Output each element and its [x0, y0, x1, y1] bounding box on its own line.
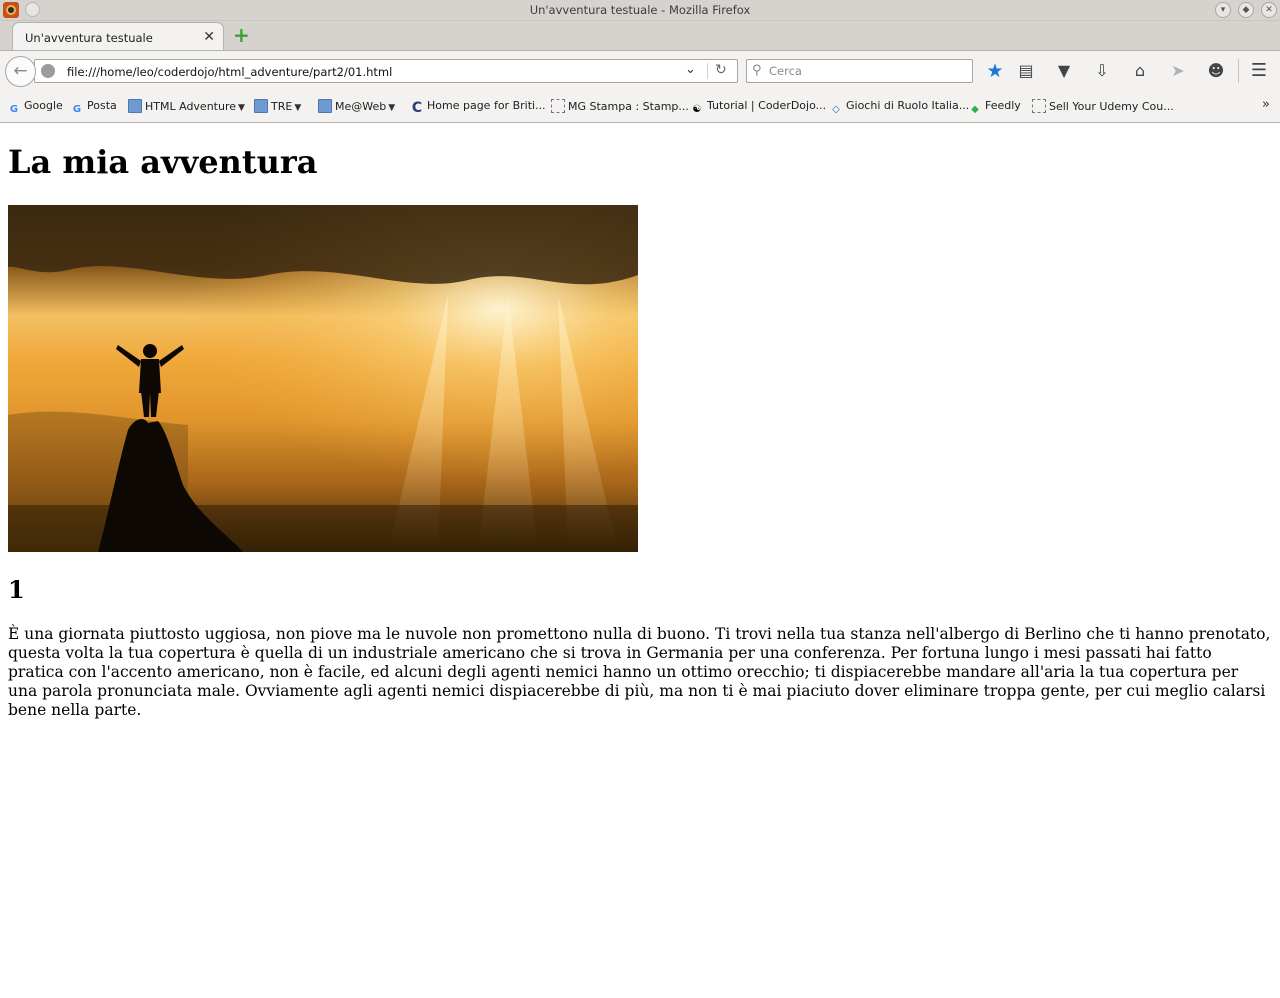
diamond-icon: ◇ — [832, 104, 840, 115]
send-icon[interactable]: ➤ — [1167, 60, 1189, 82]
bookmark-label: MG Stampa : Stamp... — [568, 100, 689, 113]
page-icon — [551, 99, 565, 113]
back-button[interactable]: ← — [5, 56, 36, 87]
bookmark-label: Home page for Briti... — [427, 99, 546, 112]
feedly-icon: ◆ — [971, 104, 979, 115]
yinyang-icon: ☯ — [692, 104, 702, 115]
chevron-down-icon: ▼ — [294, 103, 302, 113]
globe-icon[interactable] — [41, 64, 55, 78]
new-tab-button[interactable]: + — [233, 25, 250, 45]
bookmark-udemy[interactable]: Sell Your Udemy Cou... — [1032, 99, 1174, 115]
url-divider — [707, 63, 708, 79]
bookmark-folder-tre[interactable]: TRE ▼ — [254, 99, 301, 115]
window-title: Un'avventura testuale - Mozilla Firefox — [529, 3, 751, 17]
bookmark-label: TRE — [271, 100, 293, 113]
tab-label: Un'avventura testuale — [25, 31, 153, 45]
bookmark-posta[interactable]: G Posta — [70, 99, 117, 115]
bookmarks-toolbar: G Google G Posta HTML Adventure ▼ TRE ▼ Me@W… — [0, 90, 1280, 123]
folder-icon — [128, 99, 142, 113]
reload-icon[interactable]: ↻ — [715, 62, 727, 78]
bookmark-star-icon[interactable]: ★ — [984, 60, 1006, 82]
bookmark-label: Sell Your Udemy Cou... — [1049, 100, 1174, 113]
bookmark-label: Tutorial | CoderDojo... — [707, 99, 827, 112]
bookmark-label: Google — [24, 99, 63, 112]
bookmark-coderdojo-tutorial[interactable]: ☯ Tutorial | CoderDojo... — [690, 99, 827, 115]
chapter-number: 1 — [8, 575, 25, 604]
bookmark-label: HTML Adventure — [145, 100, 237, 113]
search-input[interactable] — [769, 63, 965, 79]
tab-strip: Un'avventura testuale ✕ + — [0, 21, 1280, 51]
close-window-button[interactable]: ✕ — [1261, 2, 1277, 18]
maximize-button[interactable]: ◆ — [1238, 2, 1254, 18]
url-text[interactable]: file:///home/leo/coderdojo/html_adventur… — [67, 65, 392, 79]
chevron-down-icon[interactable]: ⌄ — [685, 62, 696, 77]
page-content: La mia avventura 1 È una giornata piutto… — [0, 123, 1280, 998]
story-paragraph: È una giornata piuttosto uggiosa, non pi… — [8, 625, 1271, 719]
toolbar-divider — [1238, 59, 1239, 83]
pocket-icon[interactable]: ▼ — [1053, 60, 1075, 82]
google-icon: G — [72, 104, 82, 115]
hero-image — [8, 205, 638, 552]
tab-active[interactable]: Un'avventura testuale ✕ — [12, 22, 224, 51]
window-titlebar: Un'avventura testuale - Mozilla Firefox … — [0, 0, 1280, 21]
url-bar[interactable]: file:///home/leo/coderdojo/html_adventur… — [34, 59, 738, 83]
menu-icon[interactable]: ☰ — [1248, 60, 1270, 82]
c-logo-icon: C — [411, 100, 423, 116]
navigation-toolbar: file:///home/leo/coderdojo/html_adventur… — [0, 50, 1280, 90]
google-icon: G — [9, 104, 19, 115]
search-icon: ⚲ — [752, 63, 762, 78]
reading-list-icon[interactable]: ▤ — [1015, 60, 1037, 82]
bookmark-label: Posta — [87, 99, 117, 112]
chevron-down-icon: ▼ — [238, 103, 245, 113]
folder-icon — [318, 99, 332, 113]
bookmark-feedly[interactable]: ◆ Feedly — [968, 99, 1021, 115]
download-icon[interactable]: ⇩ — [1091, 60, 1113, 82]
folder-icon — [254, 99, 268, 113]
back-icon: ← — [13, 61, 28, 81]
chevron-down-icon: ▼ — [388, 103, 396, 113]
bookmark-british-home[interactable]: C Home page for Briti... — [410, 99, 546, 115]
chat-icon[interactable]: ☻ — [1205, 60, 1227, 82]
bookmark-google[interactable]: G Google — [7, 99, 63, 115]
minimize-button[interactable]: ▾ — [1215, 2, 1231, 18]
bookmark-mg-stampa[interactable]: MG Stampa : Stamp... — [551, 99, 689, 115]
close-tab-icon[interactable]: ✕ — [203, 29, 215, 45]
bookmark-folder-html-adventure[interactable]: HTML Adventure ▼ — [128, 99, 245, 115]
bookmark-label: Giochi di Ruolo Italia... — [846, 99, 970, 112]
bookmarks-overflow-icon[interactable]: » — [1262, 97, 1270, 112]
bookmark-folder-meweb[interactable]: Me@Web ▼ — [318, 99, 395, 115]
bookmark-label: Feedly — [985, 99, 1021, 112]
search-box[interactable]: ⚲ — [746, 59, 973, 83]
page-title: La mia avventura — [8, 143, 318, 181]
bookmark-label: Me@Web — [335, 100, 387, 113]
home-icon[interactable]: ⌂ — [1129, 60, 1151, 82]
page-icon — [1032, 99, 1046, 113]
bookmark-giochi-di-ruolo[interactable]: ◇ Giochi di Ruolo Italia... — [829, 99, 969, 115]
